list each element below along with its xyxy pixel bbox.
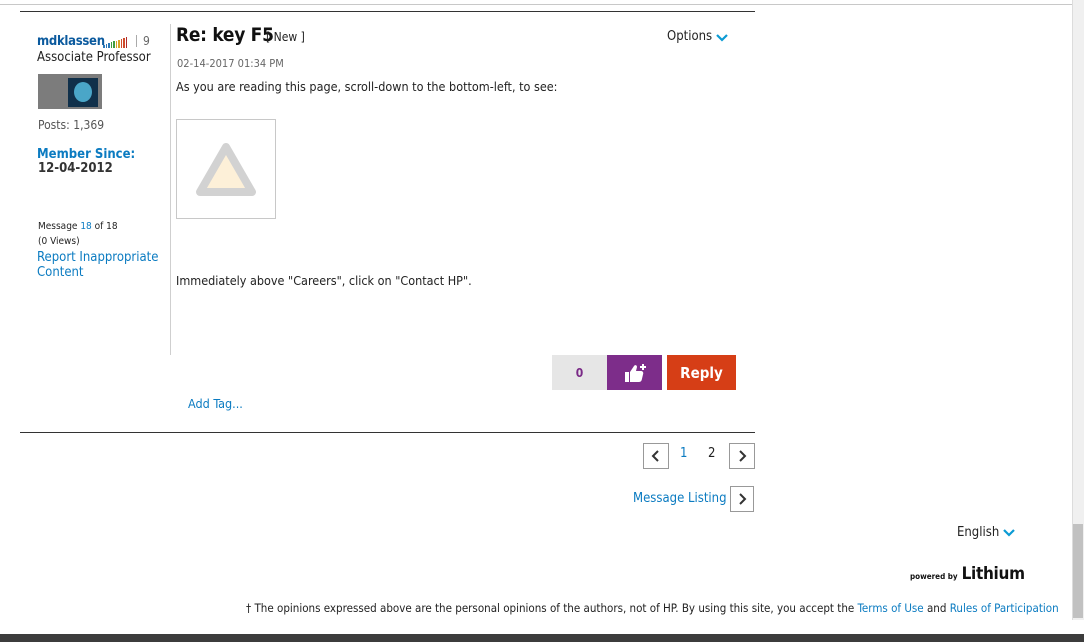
options-button[interactable]: Options — [667, 29, 728, 44]
rules-of-participation-link[interactable]: Rules of Participation — [950, 601, 1059, 615]
rank-bar — [105, 44, 107, 48]
chevron-right-icon — [739, 450, 747, 462]
disclaimer-text: † The opinions expressed above are the p… — [246, 601, 858, 615]
posts-count: Posts: 1,369 — [38, 118, 105, 132]
post-paragraph-1: As you are reading this page, scroll-dow… — [176, 79, 558, 94]
author-column-divider — [170, 24, 171, 355]
rank-bar — [110, 42, 112, 48]
language-label: English — [957, 525, 1000, 540]
rank-bar — [103, 45, 105, 48]
author-rank: Associate Professor — [37, 50, 151, 65]
powered-by-label: powered by — [910, 572, 958, 581]
rank-bar — [108, 43, 110, 48]
author-kudos-count: 9 — [143, 34, 150, 48]
member-since-date: 12-04-2012 — [38, 161, 113, 176]
terms-of-use-link[interactable]: Terms of Use — [858, 601, 924, 615]
disclaimer-and: and — [923, 601, 950, 615]
language-selector[interactable]: English — [957, 525, 1016, 540]
rank-bars-icon — [103, 36, 127, 48]
image-unavailable-icon — [196, 143, 256, 196]
rank-bar — [125, 36, 127, 48]
rank-bar — [118, 39, 120, 48]
new-badge: [ New ] — [266, 30, 305, 44]
broken-image-placeholder — [176, 119, 276, 219]
chevron-down-icon — [1003, 528, 1016, 537]
reply-button[interactable]: Reply — [667, 355, 736, 390]
next-page-button[interactable] — [729, 443, 755, 469]
report-inappropriate-link[interactable]: Report Inappropriate Content — [37, 250, 167, 280]
author-name-link[interactable]: mdklassen — [37, 34, 105, 49]
chevron-right-icon — [739, 493, 747, 505]
message-suffix: of 18 — [94, 221, 118, 232]
kudos-count: 0 — [552, 355, 607, 390]
member-since-label: Member Since: — [37, 147, 136, 162]
message-position: Message 18 of 18 — [38, 221, 118, 232]
rank-bar — [120, 38, 122, 48]
powered-by-lithium[interactable]: powered by Lithium — [910, 564, 1025, 584]
taskbar-strip — [0, 634, 1084, 642]
lithium-logo: Lithium — [961, 564, 1025, 584]
avatar-face-icon — [74, 82, 92, 102]
post-top-divider — [20, 11, 755, 12]
rank-bar — [113, 41, 115, 48]
page-1-link[interactable]: 1 — [680, 446, 687, 461]
chevron-down-icon — [716, 33, 728, 42]
top-border — [0, 0, 1072, 5]
footer-disclaimer: † The opinions expressed above are the p… — [246, 601, 1059, 615]
scrollbar-thumb[interactable] — [1073, 524, 1083, 618]
post-title: Re: key F5 — [176, 24, 274, 46]
chevron-left-icon — [651, 450, 659, 462]
post-date: 02-14-2017 01:34 PM — [177, 57, 284, 70]
kudos-button[interactable] — [607, 355, 662, 390]
options-label: Options — [667, 29, 713, 44]
message-prefix: Message — [38, 221, 78, 232]
rank-bar — [123, 37, 125, 48]
message-listing-link[interactable]: Message Listing — [633, 491, 727, 506]
post-bottom-divider — [20, 432, 755, 433]
thumbs-up-plus-icon — [624, 363, 646, 382]
page-2-current: 2 — [708, 446, 716, 461]
message-views: (0 Views) — [38, 236, 80, 247]
rank-separator — [136, 35, 137, 47]
previous-page-button[interactable] — [643, 443, 669, 469]
message-number[interactable]: 18 — [80, 221, 91, 232]
message-listing-button[interactable] — [730, 486, 754, 512]
add-tag-link[interactable]: Add Tag... — [188, 396, 243, 411]
post-paragraph-2: Immediately above "Careers", click on "C… — [176, 273, 472, 288]
rank-bar — [115, 40, 117, 48]
